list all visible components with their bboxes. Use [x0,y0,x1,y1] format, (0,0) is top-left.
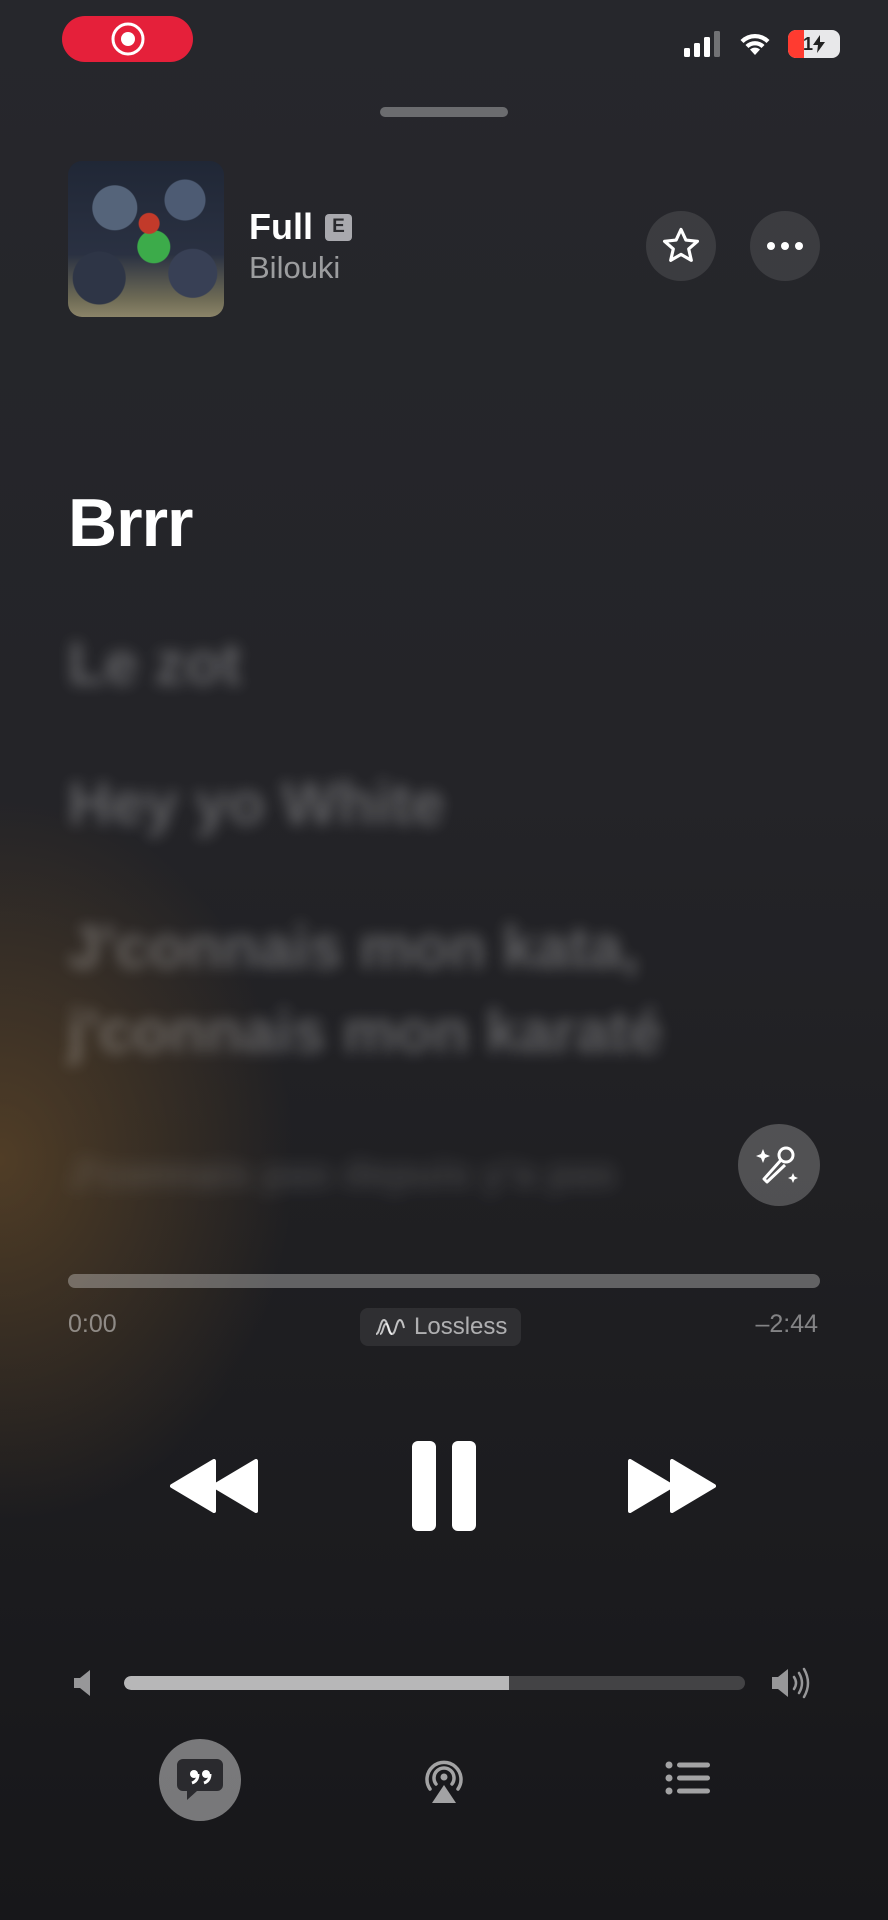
lyric-line-current[interactable]: Brrr [68,484,193,562]
lossless-label: Lossless [414,1313,508,1340]
volume-fill [124,1676,510,1690]
lyric-line[interactable]: J'connais mon kata, [68,906,639,990]
playback-progress-slider[interactable] [68,1274,820,1288]
remaining-time: –2:44 [755,1310,818,1338]
lyrics-button[interactable] [159,1739,241,1821]
bolt-icon [813,35,825,53]
speaker-high-icon [772,1667,810,1699]
queue-button[interactable] [664,1758,712,1798]
sing-along-button[interactable] [738,1124,820,1206]
lyric-line[interactable]: Le zot [68,622,241,706]
volume-slider[interactable] [124,1676,745,1690]
lyric-line[interactable]: j'connais mon karaté [68,990,662,1074]
lossless-wave-icon [375,1318,405,1336]
elapsed-time: 0:00 [68,1310,117,1338]
play-pause-button[interactable] [406,1438,482,1534]
microphone-sparkles-icon [756,1146,798,1184]
airplay-audio-icon [425,1760,463,1803]
record-icon [111,22,144,56]
next-button[interactable] [626,1454,718,1518]
previous-button[interactable] [168,1454,260,1518]
fast-forward-icon [628,1459,716,1513]
rewind-icon [170,1459,258,1513]
pause-icon [412,1441,476,1531]
cellular-signal-icon [684,31,720,57]
lossless-badge[interactable]: Lossless [360,1308,522,1346]
artist-name[interactable]: Bilouki [249,250,340,286]
screen-recording-indicator[interactable] [62,16,193,62]
star-icon [662,227,700,262]
sheet-grabber[interactable] [380,107,508,117]
song-title-row[interactable]: Full E [249,206,352,248]
speaker-low-icon [74,1670,90,1696]
explicit-badge: E [324,213,352,241]
airplay-button[interactable] [418,1752,470,1808]
battery-level-label: 1 [802,33,813,54]
queue-list-icon [665,1761,710,1795]
album-artwork[interactable] [68,161,224,317]
ellipsis-icon [767,242,803,250]
lyrics-quote-bubble-icon [177,1759,223,1800]
song-title: Full [249,206,313,247]
status-icons: 1 [684,30,840,58]
lyric-line[interactable]: J'connais pas depuis y'a pas [68,1132,616,1216]
wifi-icon [740,33,770,55]
lyric-line[interactable]: Hey yo White [68,762,445,846]
battery-indicator: 1 [788,30,840,58]
favorite-button[interactable] [646,211,716,281]
more-options-button[interactable] [750,211,820,281]
